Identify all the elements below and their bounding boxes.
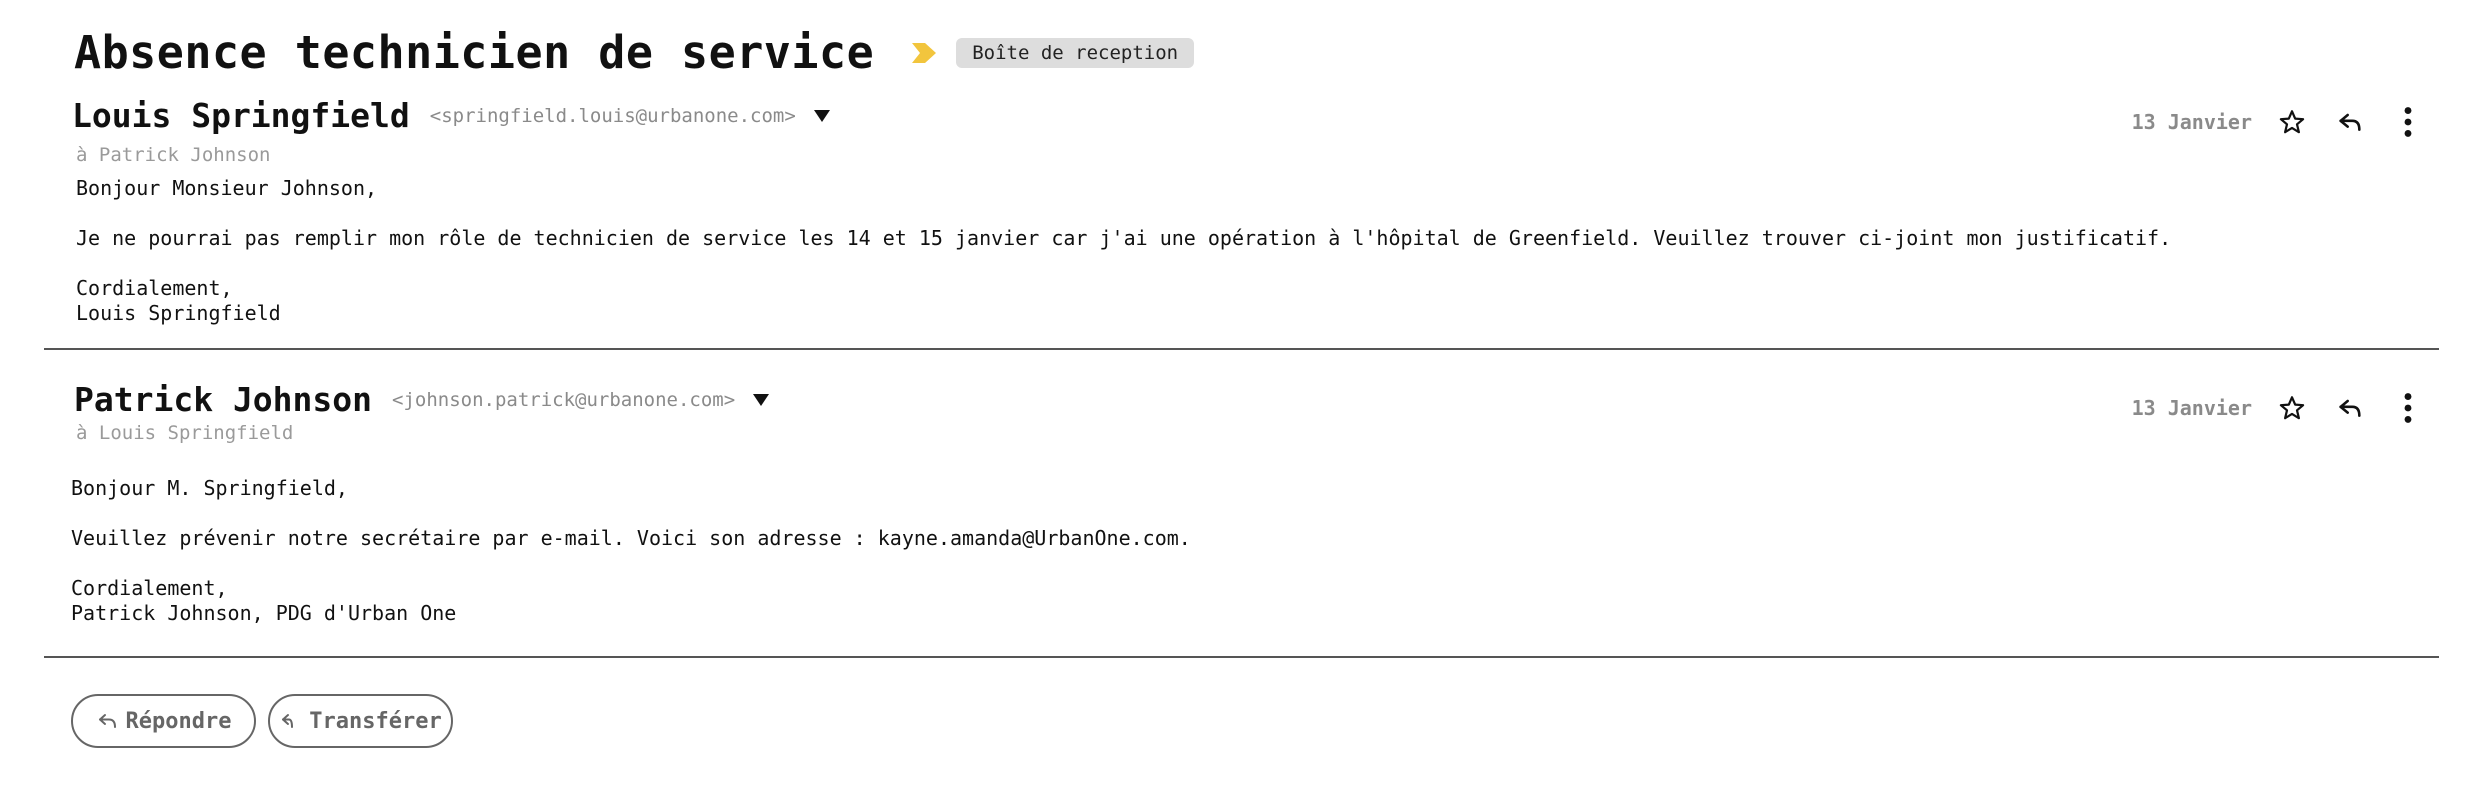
thread-title: Absence technicien de service xyxy=(74,26,875,79)
reply-button[interactable]: Répondre xyxy=(71,694,256,748)
caret-down-icon[interactable] xyxy=(812,108,832,124)
email-thread-view: Absence technicien de service Boîte de r… xyxy=(0,0,2480,802)
forward-button[interactable]: Transférer xyxy=(268,694,453,748)
message-divider xyxy=(44,348,2439,350)
caret-down-icon[interactable] xyxy=(751,392,771,408)
body-content: Veuillez prévenir notre secrétaire par e… xyxy=(71,526,1191,550)
sender-email: <johnson.patrick@urbanone.com> xyxy=(392,388,736,411)
reply-icon[interactable] xyxy=(2332,390,2368,426)
star-icon[interactable] xyxy=(2274,390,2310,426)
body-greeting: Bonjour M. Springfield, xyxy=(71,476,348,500)
email-message: Louis Springfield <springfield.louis@urb… xyxy=(0,96,2480,349)
sender-row: Patrick Johnson <johnson.patrick@urbanon… xyxy=(74,380,771,419)
body-closing: Cordialement, xyxy=(76,276,233,300)
body-greeting: Bonjour Monsieur Johnson, xyxy=(76,176,378,200)
recipient-line: à Louis Springfield xyxy=(76,422,294,444)
body-signature: Patrick Johnson, PDG d'Urban One xyxy=(71,601,457,625)
more-options-icon[interactable] xyxy=(2390,390,2426,426)
email-message: Patrick Johnson <johnson.patrick@urbanon… xyxy=(0,380,2480,658)
star-icon[interactable] xyxy=(2274,104,2310,140)
forward-icon xyxy=(279,709,303,733)
sender-row: Louis Springfield <springfield.louis@urb… xyxy=(72,96,832,135)
sender-email: <springfield.louis@urbanone.com> xyxy=(429,104,796,127)
reply-icon xyxy=(96,709,120,733)
sender-name: Louis Springfield xyxy=(72,96,410,135)
body-closing: Cordialement, xyxy=(71,576,228,600)
forward-button-label: Transférer xyxy=(309,708,442,734)
message-body: Bonjour M. Springfield, Veuillez préveni… xyxy=(71,476,1191,626)
message-divider xyxy=(44,656,2439,658)
body-signature: Louis Springfield xyxy=(76,301,281,325)
message-actions: 13 Janvier xyxy=(2132,390,2426,426)
more-options-icon[interactable] xyxy=(2390,104,2426,140)
sender-name: Patrick Johnson xyxy=(74,380,373,419)
message-date: 13 Janvier xyxy=(2131,110,2252,134)
body-content: Je ne pourrai pas remplir mon rôle de te… xyxy=(76,226,2172,250)
importance-marker-icon[interactable] xyxy=(910,40,938,66)
reply-button-label: Répondre xyxy=(125,708,232,734)
message-body: Bonjour Monsieur Johnson, Je ne pourrai … xyxy=(76,176,2171,326)
message-date: 13 Janvier xyxy=(2131,396,2252,420)
recipient-line: à Patrick Johnson xyxy=(76,144,271,166)
thread-header: Absence technicien de service Boîte de r… xyxy=(74,26,1195,80)
reply-icon[interactable] xyxy=(2332,104,2368,140)
message-actions: 13 Janvier xyxy=(2132,104,2426,140)
inbox-label-chip[interactable]: Boîte de reception xyxy=(956,38,1195,68)
